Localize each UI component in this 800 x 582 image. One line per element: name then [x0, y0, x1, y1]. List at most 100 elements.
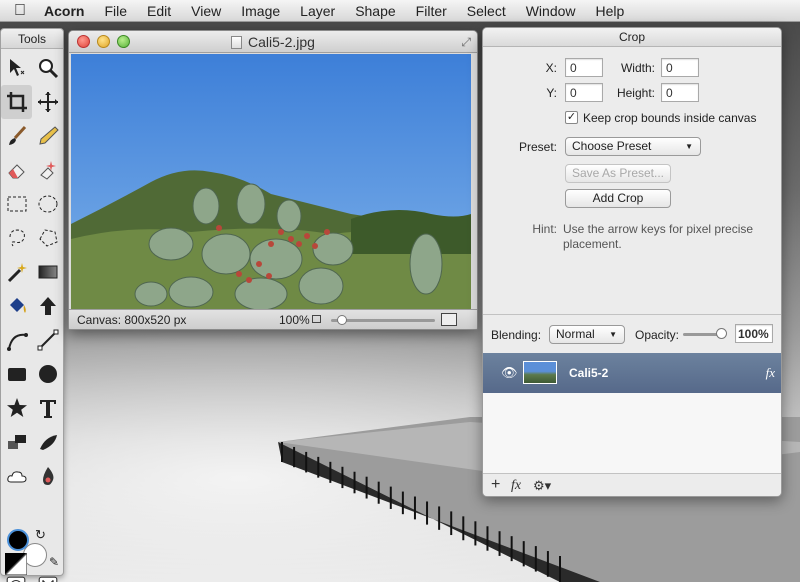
canvas-photo	[71, 54, 471, 312]
rect-select-tool-button[interactable]	[1, 187, 32, 221]
cloud-tool-button[interactable]	[1, 459, 32, 493]
arrow-shape-tool-button[interactable]	[32, 289, 63, 323]
menu-filter[interactable]: Filter	[406, 0, 457, 22]
smudge-tool-button[interactable]	[32, 425, 63, 459]
magic-eraser-tool-button[interactable]	[32, 153, 63, 187]
menu-image[interactable]: Image	[231, 0, 290, 22]
document-titlebar[interactable]: Cali5-2.jpg ⤢	[69, 31, 477, 53]
crop-x-input[interactable]	[565, 58, 603, 77]
oval-shape-tool-button[interactable]	[32, 357, 63, 391]
eye-icon[interactable]: 👁	[501, 365, 518, 381]
zoom-to-fit-icon[interactable]	[312, 315, 321, 323]
eyedropper-icon[interactable]: ✎	[49, 555, 59, 569]
crop-width-label: Width:	[620, 61, 655, 75]
preset-label: Preset:	[518, 140, 557, 154]
zoom-slider[interactable]	[331, 315, 435, 325]
star-shape-tool-button[interactable]	[1, 391, 32, 425]
gradient-tool-button[interactable]	[32, 255, 63, 289]
ellipse-select-tool-button[interactable]	[32, 187, 63, 221]
apple-menu-icon[interactable]: 	[0, 2, 40, 20]
text-tool-button[interactable]	[32, 391, 63, 425]
opacity-slider-knob[interactable]	[716, 328, 727, 339]
crop-width-input[interactable]	[661, 58, 699, 77]
eraser-tool-button[interactable]	[1, 153, 32, 187]
document-title: Cali5-2.jpg	[69, 31, 477, 53]
fullscreen-toggle-icon[interactable]	[37, 575, 59, 582]
polygon-lasso-tool-button[interactable]	[32, 221, 63, 255]
rect-select-tool-icon	[7, 196, 26, 212]
menu-app-name[interactable]: Acorn	[40, 0, 94, 22]
brush-tool-icon	[8, 125, 26, 145]
crop-panel-title: Crop	[483, 28, 781, 47]
lasso-tool-button[interactable]	[1, 221, 32, 255]
menu-view[interactable]: View	[181, 0, 231, 22]
layer-fx-icon[interactable]: fx	[766, 365, 775, 381]
magic-wand-tool-button[interactable]	[1, 255, 32, 289]
move-tool-icon	[9, 59, 24, 76]
keep-bounds-label: Keep crop bounds inside canvas	[583, 111, 757, 125]
pencil-tool-button[interactable]	[32, 119, 63, 153]
magic-wand-tool-icon	[7, 263, 27, 283]
canvas-size-label: Canvas: 800x520 px	[77, 313, 187, 327]
reset-colors-icon[interactable]	[5, 553, 27, 575]
burn-tool-icon	[42, 467, 53, 485]
pan-tool-button[interactable]	[32, 85, 63, 119]
add-layer-icon[interactable]: +	[491, 476, 500, 494]
crop-tool-button[interactable]	[1, 85, 32, 119]
fullscreen-arrows-icon[interactable]: ⤢	[461, 35, 471, 50]
arrow-shape-tool-icon	[39, 297, 56, 315]
document-file-icon	[231, 36, 243, 49]
document-statusbar: Canvas: 800x520 px 100%	[69, 309, 477, 329]
menu-window[interactable]: Window	[516, 0, 586, 22]
add-filter-icon[interactable]: fx	[511, 478, 521, 494]
crop-tool-icon	[6, 92, 27, 112]
layer-list-empty-area[interactable]	[483, 393, 781, 473]
crop-height-input[interactable]	[661, 83, 699, 102]
keep-bounds-checkbox[interactable]: ✓	[565, 111, 578, 124]
add-crop-button[interactable]: Add Crop	[565, 189, 671, 208]
zoom-tool-button[interactable]	[32, 51, 63, 85]
crop-height-label: Height:	[616, 86, 655, 100]
layer-row[interactable]: 👁 Cali5-2 fx	[483, 353, 781, 393]
actual-size-icon[interactable]	[441, 313, 457, 326]
lasso-tool-icon	[9, 229, 25, 247]
layer-name: Cali5-2	[569, 366, 609, 380]
cloud-tool-icon	[6, 471, 27, 483]
layers-area: Blending: Normal ▼ Opacity: 👁 Cali5-2 fx…	[483, 314, 781, 496]
menu-file[interactable]: File	[94, 0, 137, 22]
save-as-preset-button[interactable]: Save As Preset...	[565, 164, 671, 183]
menu-bar:  Acorn File Edit View Image Layer Shape…	[0, 0, 800, 22]
blending-mode-popup[interactable]: Normal ▼	[549, 325, 625, 344]
polygon-lasso-tool-icon	[38, 229, 58, 247]
foreground-color-well[interactable]	[7, 529, 29, 551]
menu-shape[interactable]: Shape	[345, 0, 405, 22]
chevron-down-icon: ▼	[609, 330, 617, 339]
crop-inspector-panel: Crop X: Width: Y: Height: ✓ Keep crop bo…	[482, 27, 782, 497]
move-tool-button[interactable]	[1, 51, 32, 85]
rectangle-shape-tool-button[interactable]	[1, 357, 32, 391]
preset-popup-button[interactable]: Choose Preset ▼	[565, 137, 701, 156]
line-tool-button[interactable]	[32, 323, 63, 357]
swap-colors-icon[interactable]: ↻	[35, 527, 46, 543]
tool-grid	[1, 51, 63, 493]
brush-tool-button[interactable]	[1, 119, 32, 153]
blending-row: Blending: Normal ▼ Opacity:	[483, 315, 781, 353]
clone-tool-button[interactable]	[1, 425, 32, 459]
ellipse-select-tool-icon	[38, 195, 57, 213]
blending-label: Blending:	[491, 328, 542, 342]
opacity-input[interactable]	[735, 324, 773, 343]
menu-layer[interactable]: Layer	[290, 0, 345, 22]
menu-select[interactable]: Select	[457, 0, 516, 22]
document-title-text: Cali5-2.jpg	[248, 34, 315, 50]
gear-icon[interactable]: ⚙▾	[533, 478, 551, 494]
burn-tool-button[interactable]	[32, 459, 63, 493]
menu-edit[interactable]: Edit	[137, 0, 181, 22]
zoom-slider-knob[interactable]	[337, 315, 347, 325]
bezier-pen-tool-button[interactable]	[1, 323, 32, 357]
eraser-tool-icon	[7, 164, 25, 179]
paint-bucket-tool-button[interactable]	[1, 289, 32, 323]
image-canvas[interactable]	[71, 54, 471, 312]
crop-y-input[interactable]	[565, 83, 603, 102]
quick-mask-icon[interactable]	[5, 575, 27, 582]
menu-help[interactable]: Help	[586, 0, 635, 22]
